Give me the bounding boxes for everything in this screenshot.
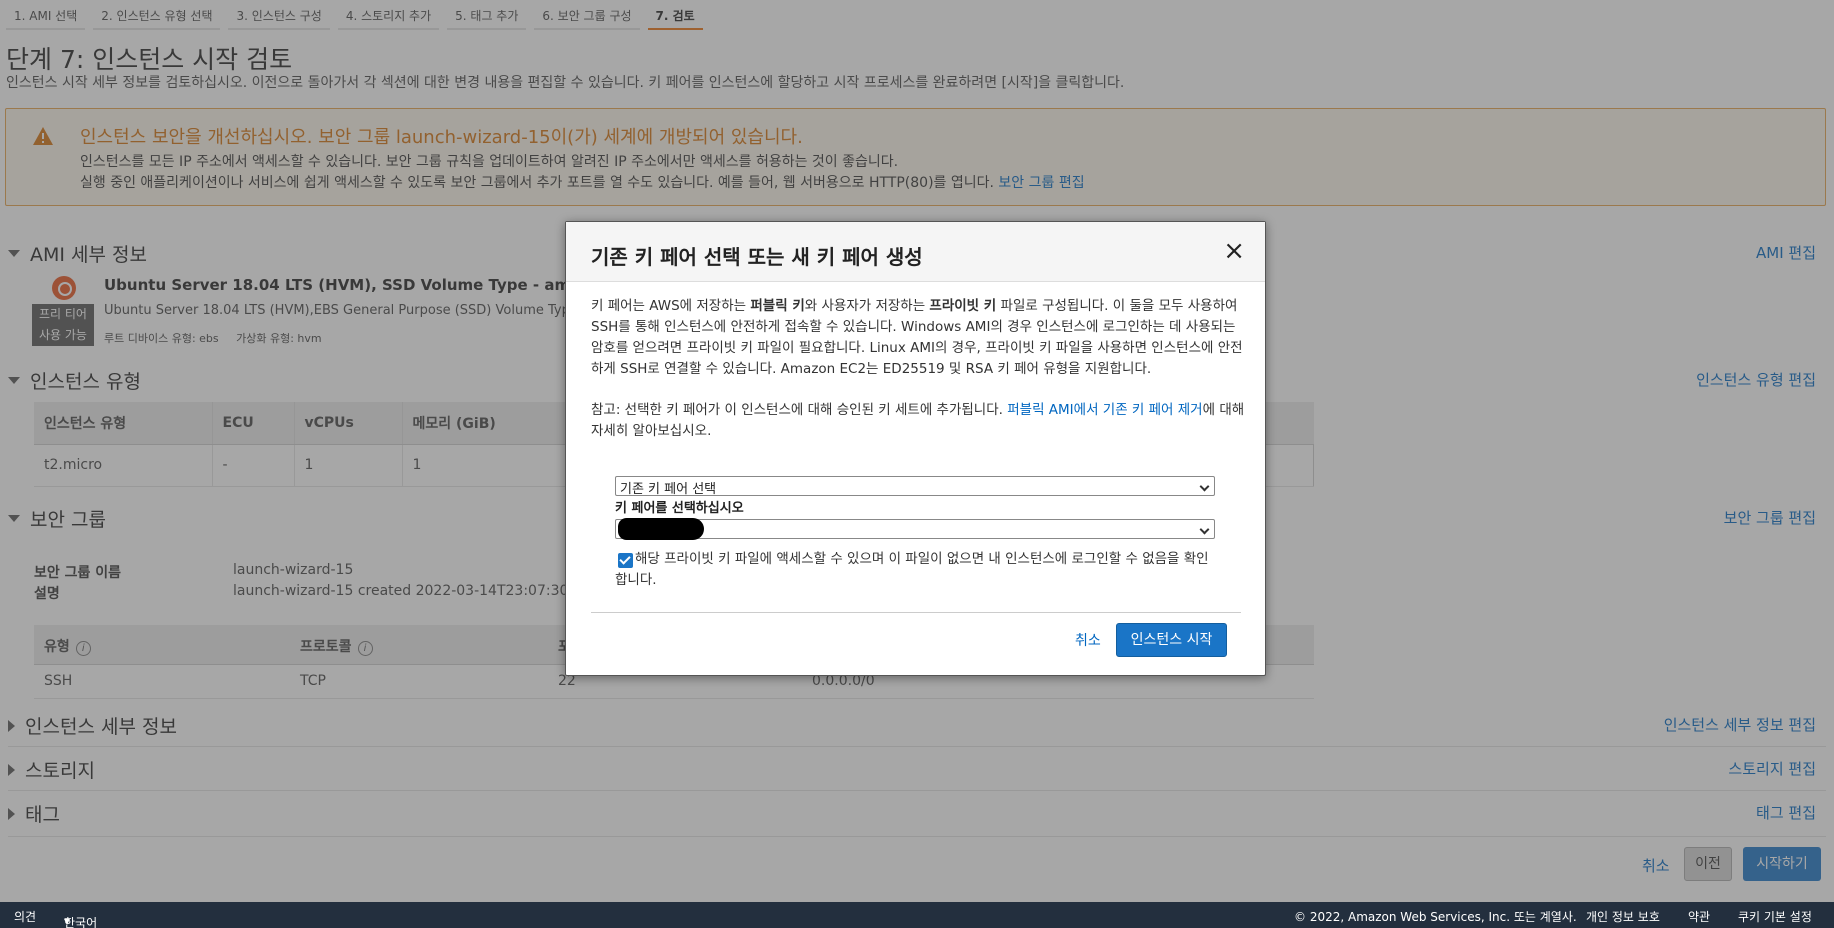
redacted-key-name (618, 518, 704, 540)
feedback-link[interactable]: 의견 (14, 908, 36, 925)
key-pair-dialog: 기존 키 페어 선택 또는 새 키 페어 생성 × 키 페어는 AWS에 저장하… (565, 221, 1266, 676)
dialog-note: 참고: 선택한 키 페어가 이 인스턴스에 대해 승인된 키 세트에 추가됩니다… (591, 402, 1245, 439)
chevron-down-icon (1199, 481, 1210, 492)
remove-key-pair-link[interactable]: 퍼블릭 AMI에서 기존 키 페어 제거 (1007, 402, 1202, 418)
acknowledge-checkbox[interactable] (618, 553, 633, 568)
close-icon[interactable]: × (1223, 238, 1245, 264)
copyright: © 2022, Amazon Web Services, Inc. 또는 계열사… (1294, 910, 1577, 924)
key-pair-option-select[interactable]: 기존 키 페어 선택 (615, 476, 1215, 497)
key-pair-label: 키 페어를 선택하십시오 (615, 501, 744, 516)
key-pair-select[interactable] (615, 519, 1215, 539)
dialog-body: 키 페어는 AWS에 저장하는 퍼블릭 키와 사용자가 저장하는 프라이빗 키 … (591, 296, 1246, 462)
footer: 의견 한국어 ▾ © 2022, Amazon Web Services, In… (0, 902, 1834, 928)
divider (591, 612, 1241, 613)
caret-down-icon: ▾ (64, 914, 71, 928)
acknowledge-text: 해당 프라이빗 키 파일에 액세스할 수 있으며 이 파일이 없으면 내 인스턴… (615, 551, 1209, 588)
terms-link[interactable]: 약관 (1688, 908, 1710, 925)
dialog-title: 기존 키 페어 선택 또는 새 키 페어 생성 (591, 245, 923, 269)
dialog-cancel-button[interactable]: 취소 (1075, 630, 1101, 650)
cookie-preferences-link[interactable]: 쿠키 기본 설정 (1738, 908, 1812, 925)
launch-instance-button[interactable]: 인스턴스 시작 (1116, 623, 1227, 657)
dialog-header: 기존 키 페어 선택 또는 새 키 페어 생성 × (566, 222, 1265, 282)
chevron-down-icon (1199, 524, 1210, 535)
dialog-description: 키 페어는 AWS에 저장하는 퍼블릭 키와 사용자가 저장하는 프라이빗 키 … (591, 298, 1243, 377)
privacy-link[interactable]: 개인 정보 보호 (1586, 908, 1660, 925)
